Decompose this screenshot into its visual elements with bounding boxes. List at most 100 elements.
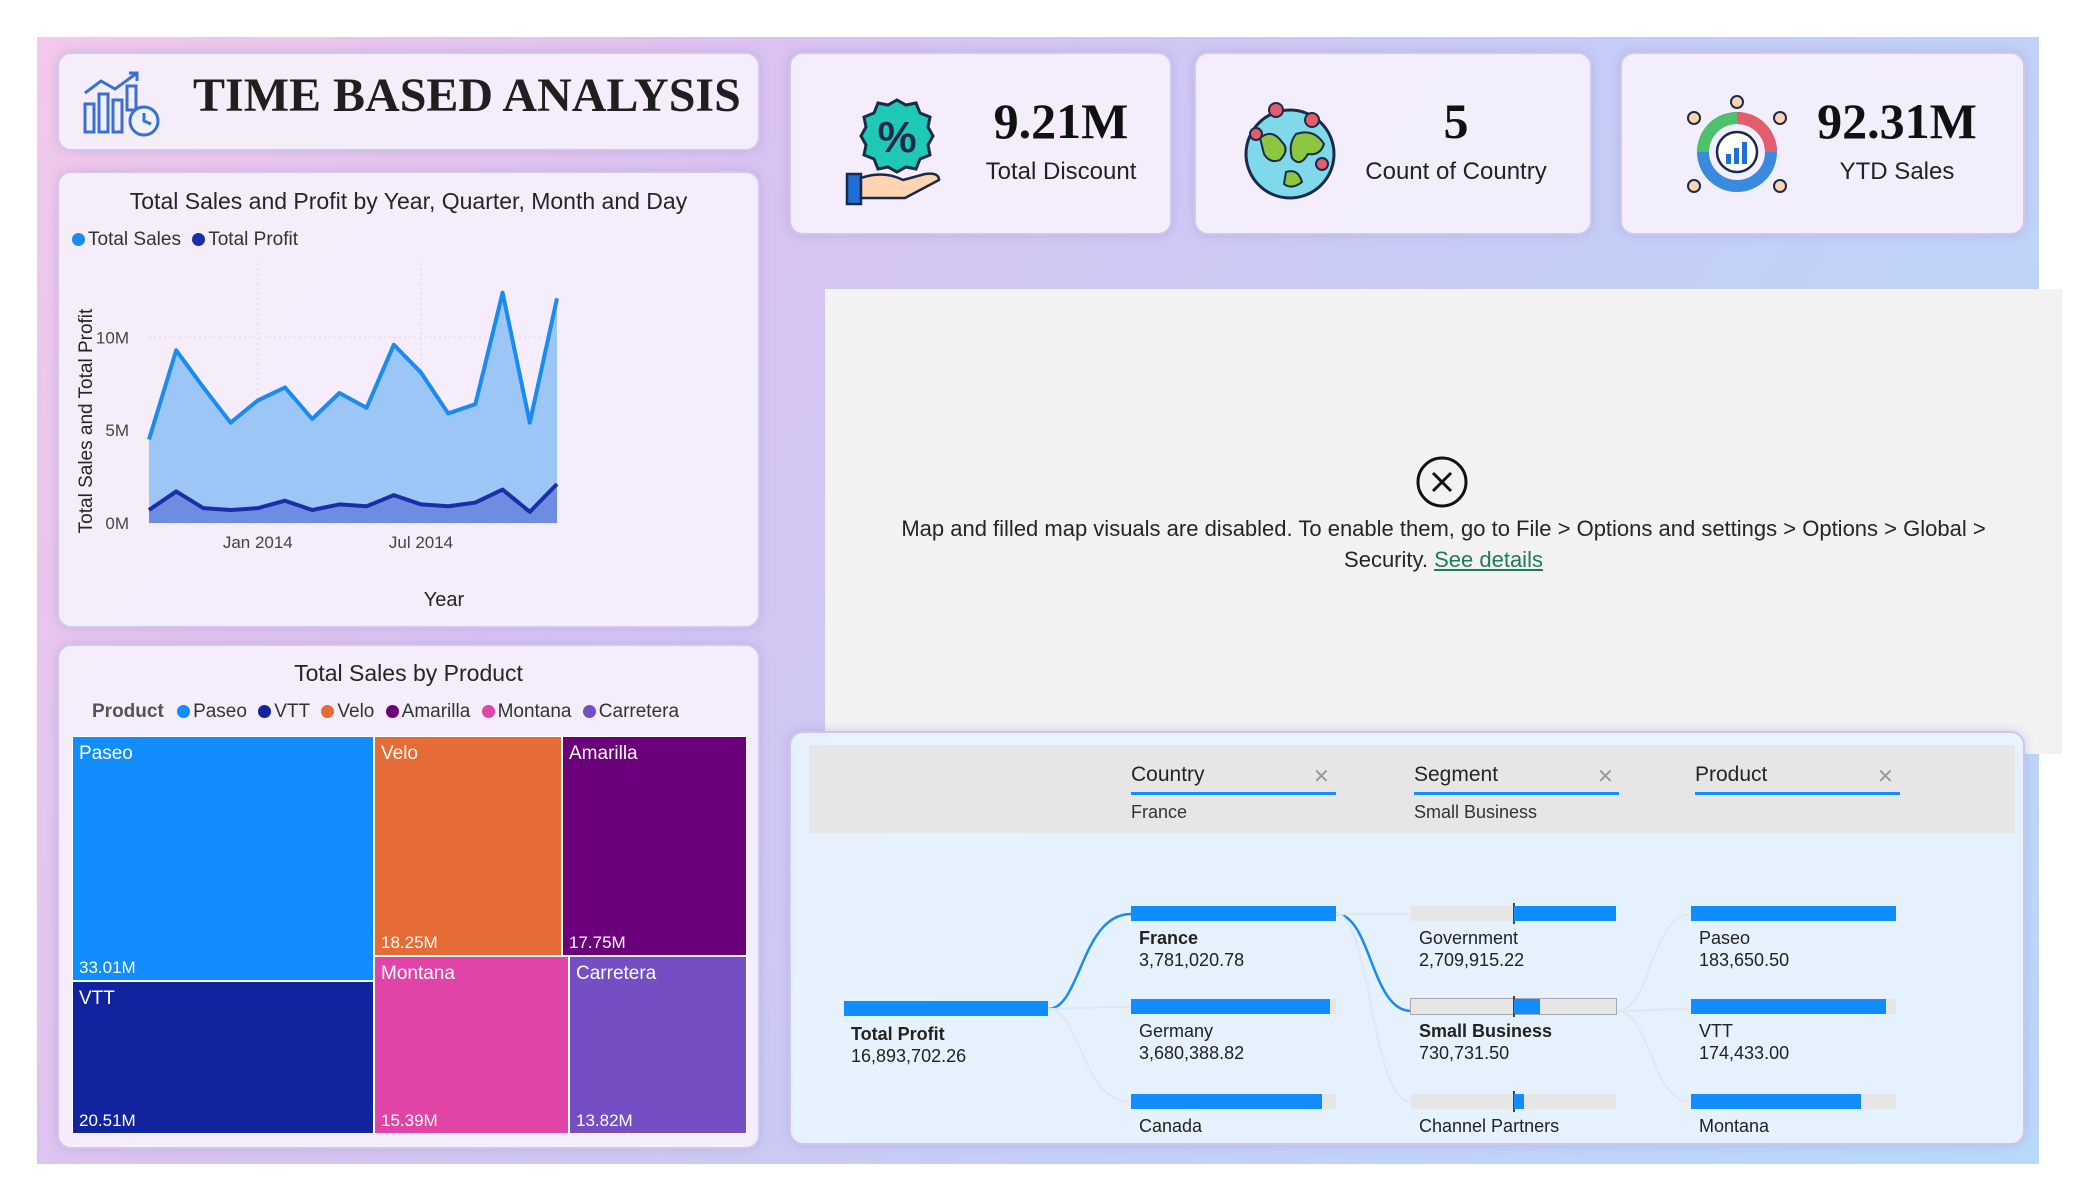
map-disabled-panel: Map and filled map visuals are disabled.… <box>825 289 2062 754</box>
x-axis-label: Year <box>424 589 465 611</box>
sales-profit-chart-card: Total Sales and Profit by Year, Quarter,… <box>57 171 760 628</box>
cell-name: Carretera <box>576 963 657 984</box>
legend-item-velo[interactable]: Velo <box>321 701 374 723</box>
node-bar <box>1691 906 1896 921</box>
node-bar <box>1513 1094 1524 1109</box>
node-bar <box>1513 906 1616 921</box>
x-tick-label: Jul 2014 <box>389 533 453 552</box>
legend-label: VTT <box>274 701 311 722</box>
globe-pins-icon <box>1244 102 1336 200</box>
node-label: France <box>1139 928 1199 948</box>
dashboard-canvas: TIME BASED ANALYSIS % 9.21M Total Discou… <box>37 37 2062 1164</box>
node-value: 3,680,388.82 <box>1139 1043 1245 1063</box>
node-value: 183,650.50 <box>1699 950 1790 970</box>
treemap-cell-paseo[interactable]: Paseo 33.01M <box>72 736 374 981</box>
node-value: 730,731.50 <box>1419 1043 1510 1063</box>
people-chart-icon <box>1687 95 1787 193</box>
legend-dot <box>258 705 272 718</box>
node-bar <box>1131 1094 1322 1109</box>
node-label: Government <box>1419 928 1519 948</box>
node-label: Montana <box>1699 1116 1770 1136</box>
cell-value: 15.39M <box>381 1111 438 1130</box>
title-card: TIME BASED ANALYSIS <box>57 52 760 151</box>
node-bar <box>1691 999 1886 1014</box>
x-tick-label: Jan 2014 <box>223 533 293 552</box>
cell-value: 13.82M <box>576 1111 633 1130</box>
cell-name: Montana <box>381 963 455 984</box>
y-axis-label: Total Sales and Total Profit <box>76 308 97 533</box>
root-value: 16,893,702.26 <box>851 1046 967 1066</box>
treemap-cell-carretera[interactable]: Carretera 13.82M <box>569 956 747 1134</box>
analytics-chart-icon <box>83 71 160 137</box>
product-treemap-card: Total Sales by Product Product Paseo VTT… <box>57 644 760 1149</box>
node-bar <box>1691 1094 1862 1109</box>
node-value: 174,433.00 <box>1699 1043 1790 1063</box>
svg-text:%: % <box>877 113 916 162</box>
node-label: Canada <box>1139 1116 1203 1136</box>
legend-label: Amarilla <box>401 701 471 722</box>
kpi-card-count-country: 5 Count of Country <box>1194 52 1592 235</box>
map-disabled-message: Map and filled map visuals are disabled.… <box>865 513 2022 575</box>
root-label: Total Profit <box>851 1024 945 1044</box>
discount-hand-icon: % <box>845 98 941 206</box>
legend-item-amarilla[interactable]: Amarilla <box>385 701 471 723</box>
node-value: 3,781,020.78 <box>1139 950 1245 970</box>
cell-name: VTT <box>79 988 115 1009</box>
node-bar <box>1513 999 1541 1014</box>
kpi-card-ytd-sales: 92.31M YTD Sales <box>1620 52 2025 235</box>
chart-marks <box>147 290 559 523</box>
cell-name: Velo <box>381 743 418 764</box>
kpi-label: YTD Sales <box>1839 158 1955 185</box>
y-tick-label: 5M <box>105 421 129 440</box>
node-label: VTT <box>1699 1021 1733 1041</box>
kpi-value: 92.31M <box>1817 93 1977 149</box>
treemap-cell-montana[interactable]: Montana 15.39M <box>374 956 569 1134</box>
root-bar[interactable] <box>844 1001 1048 1016</box>
node-label: Channel Partners <box>1419 1116 1560 1136</box>
see-details-link[interactable]: See details <box>1434 547 1543 572</box>
legend-dot <box>385 705 399 718</box>
kpi-card-total-discount: % 9.21M Total Discount <box>789 52 1172 235</box>
kpi-value: 5 <box>1443 93 1469 149</box>
cell-name: Amarilla <box>569 743 638 764</box>
cell-value: 17.75M <box>569 933 626 952</box>
chart-title: Total Sales and Profit by Year, Quarter,… <box>129 188 688 214</box>
legend-label: Montana <box>497 701 572 722</box>
node-value: 2,709,915.22 <box>1419 950 1525 970</box>
legend-dot <box>177 705 191 718</box>
legend-item-paseo[interactable]: Paseo <box>177 701 247 723</box>
cell-value: 20.51M <box>79 1111 136 1130</box>
kpi-label: Total Discount <box>985 158 1137 185</box>
node-label: Paseo <box>1699 928 1751 948</box>
y-tick-label: 10M <box>96 328 129 347</box>
cell-value: 33.01M <box>79 958 136 977</box>
legend-dot <box>321 705 335 718</box>
legend-item-montana[interactable]: Montana <box>481 701 572 723</box>
legend-dot <box>582 705 596 718</box>
close-circle-icon <box>1416 456 1468 508</box>
cell-name: Paseo <box>79 743 133 764</box>
kpi-value: 9.21M <box>993 93 1129 149</box>
kpi-label: Count of Country <box>1365 158 1547 185</box>
node-label: Small Business <box>1419 1021 1553 1041</box>
cell-value: 18.25M <box>381 933 438 952</box>
legend-item-vtt[interactable]: VTT <box>258 701 310 723</box>
node-bar <box>1131 906 1336 921</box>
treemap-cell-vtt[interactable]: VTT 20.51M <box>72 981 374 1134</box>
legend-item-carretera[interactable]: Carretera <box>582 701 680 723</box>
treemap-legend: Product Paseo VTT Velo Amarilla Montana … <box>92 701 685 723</box>
page-title: TIME BASED ANALYSIS <box>193 69 741 122</box>
legend-label: Paseo <box>193 701 247 722</box>
treemap-cell-amarilla[interactable]: Amarilla 17.75M <box>562 736 747 956</box>
legend-label: Carretera <box>598 701 680 722</box>
node-label: Germany <box>1139 1021 1214 1041</box>
node-bar <box>1131 999 1330 1014</box>
treemap-cell-velo[interactable]: Velo 18.25M <box>374 736 562 956</box>
tree-connectors <box>1047 912 1692 1103</box>
legend-dot <box>481 705 495 718</box>
chart-title: Total Sales by Product <box>294 660 523 686</box>
area-chart-svg: Total Sales and Total Profit Year 0M 5M 10… <box>76 263 559 611</box>
legend-title: Product <box>92 701 164 722</box>
y-tick-label: 0M <box>105 514 129 533</box>
legend-label: Velo <box>337 701 375 722</box>
